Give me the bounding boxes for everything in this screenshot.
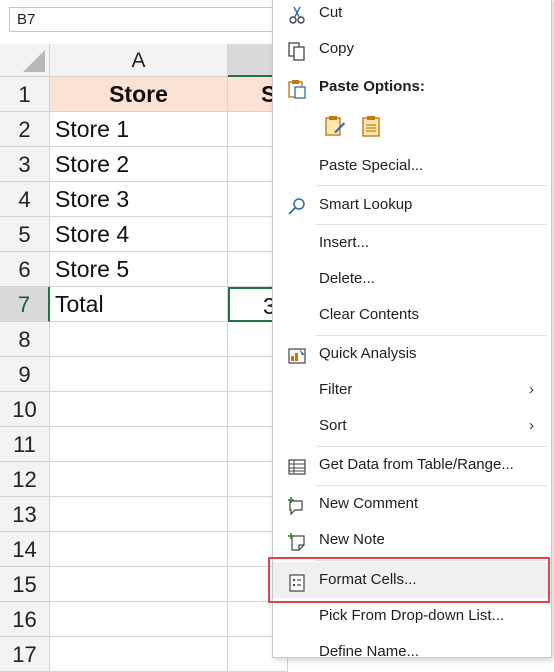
row-header-2[interactable]: 2 — [0, 112, 50, 147]
select-all-button[interactable] — [0, 44, 50, 77]
menu-item-copy-label: Copy — [319, 40, 355, 57]
row-header-13[interactable]: 13 — [0, 497, 50, 532]
row-header-14[interactable]: 14 — [0, 532, 50, 567]
cell-a5[interactable]: Store 4 — [50, 217, 228, 252]
column-header-a[interactable]: A — [50, 44, 228, 77]
cell-a6[interactable]: Store 5 — [50, 252, 228, 287]
menu-item-filter[interactable]: Filter › — [273, 373, 551, 407]
select-all-triangle-icon — [23, 50, 45, 72]
menu-item-new-comment-label: New Comment — [319, 495, 419, 512]
cell-a15[interactable] — [50, 567, 228, 602]
menu-item-define-name[interactable]: Define Name... — [273, 635, 551, 669]
menu-item-paste-special[interactable]: Paste Special... — [273, 149, 551, 183]
cell-a12[interactable] — [50, 462, 228, 497]
chevron-right-icon: › — [529, 417, 534, 434]
menu-item-get-data[interactable]: Get Data from Table/Range... — [273, 448, 551, 482]
menu-separator — [315, 185, 547, 186]
highlight-box — [268, 557, 550, 603]
menu-item-insert[interactable]: Insert... — [273, 226, 551, 260]
table-icon — [287, 456, 307, 476]
menu-separator — [315, 485, 547, 486]
cell-a3[interactable]: Store 2 — [50, 147, 228, 182]
cell-a4[interactable]: Store 3 — [50, 182, 228, 217]
menu-item-clear-contents-label: Clear Contents — [319, 306, 420, 323]
paste-formatting-icon[interactable] — [323, 114, 347, 138]
menu-item-define-name-label: Define Name... — [319, 643, 420, 660]
menu-item-pick-from-list-label: Pick From Drop-down List... — [319, 607, 505, 624]
quick-analysis-icon — [287, 345, 307, 365]
cell-a11[interactable] — [50, 427, 228, 462]
menu-item-new-note-label: New Note — [319, 531, 385, 548]
menu-item-sort-label: Sort — [319, 417, 347, 434]
cell-a8[interactable] — [50, 322, 228, 357]
menu-item-sort[interactable]: Sort › — [273, 409, 551, 443]
row-header-8[interactable]: 8 — [0, 322, 50, 357]
paste-values-icon[interactable] — [359, 114, 383, 138]
menu-item-paste-special-label: Paste Special... — [319, 157, 424, 174]
row-header-10[interactable]: 10 — [0, 392, 50, 427]
menu-separator — [315, 446, 547, 447]
cell-a14[interactable] — [50, 532, 228, 567]
menu-item-insert-label: Insert... — [319, 234, 370, 251]
cell-a7[interactable]: Total — [50, 287, 228, 322]
menu-item-clear-contents[interactable]: Clear Contents — [273, 298, 551, 332]
menu-paste-options-label: Paste Options: — [319, 78, 425, 95]
menu-group-paste-options: Paste Options: — [273, 70, 551, 104]
menu-item-delete-label: Delete... — [319, 270, 375, 287]
row-header-12[interactable]: 12 — [0, 462, 50, 497]
menu-item-filter-label: Filter — [319, 381, 353, 398]
row-header-4[interactable]: 4 — [0, 182, 50, 217]
new-note-icon — [287, 531, 307, 551]
menu-item-quick-analysis-label: Quick Analysis — [319, 345, 417, 362]
row-header-5[interactable]: 5 — [0, 217, 50, 252]
menu-item-quick-analysis[interactable]: Quick Analysis — [273, 337, 551, 371]
row-header-15[interactable]: 15 — [0, 567, 50, 602]
scissors-icon — [287, 4, 307, 24]
menu-item-cut-label: Cut — [319, 4, 343, 21]
row-header-11[interactable]: 11 — [0, 427, 50, 462]
cell-a16[interactable] — [50, 602, 228, 637]
row-header-3[interactable]: 3 — [0, 147, 50, 182]
cell-a2[interactable]: Store 1 — [50, 112, 228, 147]
cell-a13[interactable] — [50, 497, 228, 532]
menu-item-smart-lookup[interactable]: Smart Lookup — [273, 188, 551, 222]
menu-item-get-data-label: Get Data from Table/Range... — [319, 456, 514, 473]
menu-item-pick-from-list[interactable]: Pick From Drop-down List... — [273, 599, 551, 633]
menu-separator — [315, 224, 547, 225]
menu-separator — [315, 335, 547, 336]
menu-item-smart-lookup-label: Smart Lookup — [319, 196, 413, 213]
row-header-16[interactable]: 16 — [0, 602, 50, 637]
menu-item-copy[interactable]: Copy — [273, 32, 551, 66]
menu-item-new-comment[interactable]: New Comment — [273, 487, 551, 521]
search-icon — [287, 196, 307, 216]
name-box[interactable]: B7 — [9, 7, 274, 32]
new-comment-icon — [287, 495, 307, 516]
menu-item-cut[interactable]: Cut — [273, 0, 551, 30]
cell-a17[interactable] — [50, 637, 228, 672]
chevron-right-icon: › — [529, 381, 534, 398]
menu-item-delete[interactable]: Delete... — [273, 262, 551, 296]
copy-icon — [287, 40, 307, 61]
cell-a9[interactable] — [50, 357, 228, 392]
row-header-7[interactable]: 7 — [0, 287, 50, 322]
menu-item-new-note[interactable]: New Note — [273, 523, 551, 557]
row-header-6[interactable]: 6 — [0, 252, 50, 287]
row-header-9[interactable]: 9 — [0, 357, 50, 392]
cell-a10[interactable] — [50, 392, 228, 427]
row-header-1[interactable]: 1 — [0, 77, 50, 112]
row-header-17[interactable]: 17 — [0, 637, 50, 672]
cell-a1[interactable]: Store — [50, 77, 228, 112]
paste-icon — [287, 78, 307, 99]
paste-options-row — [273, 108, 551, 144]
